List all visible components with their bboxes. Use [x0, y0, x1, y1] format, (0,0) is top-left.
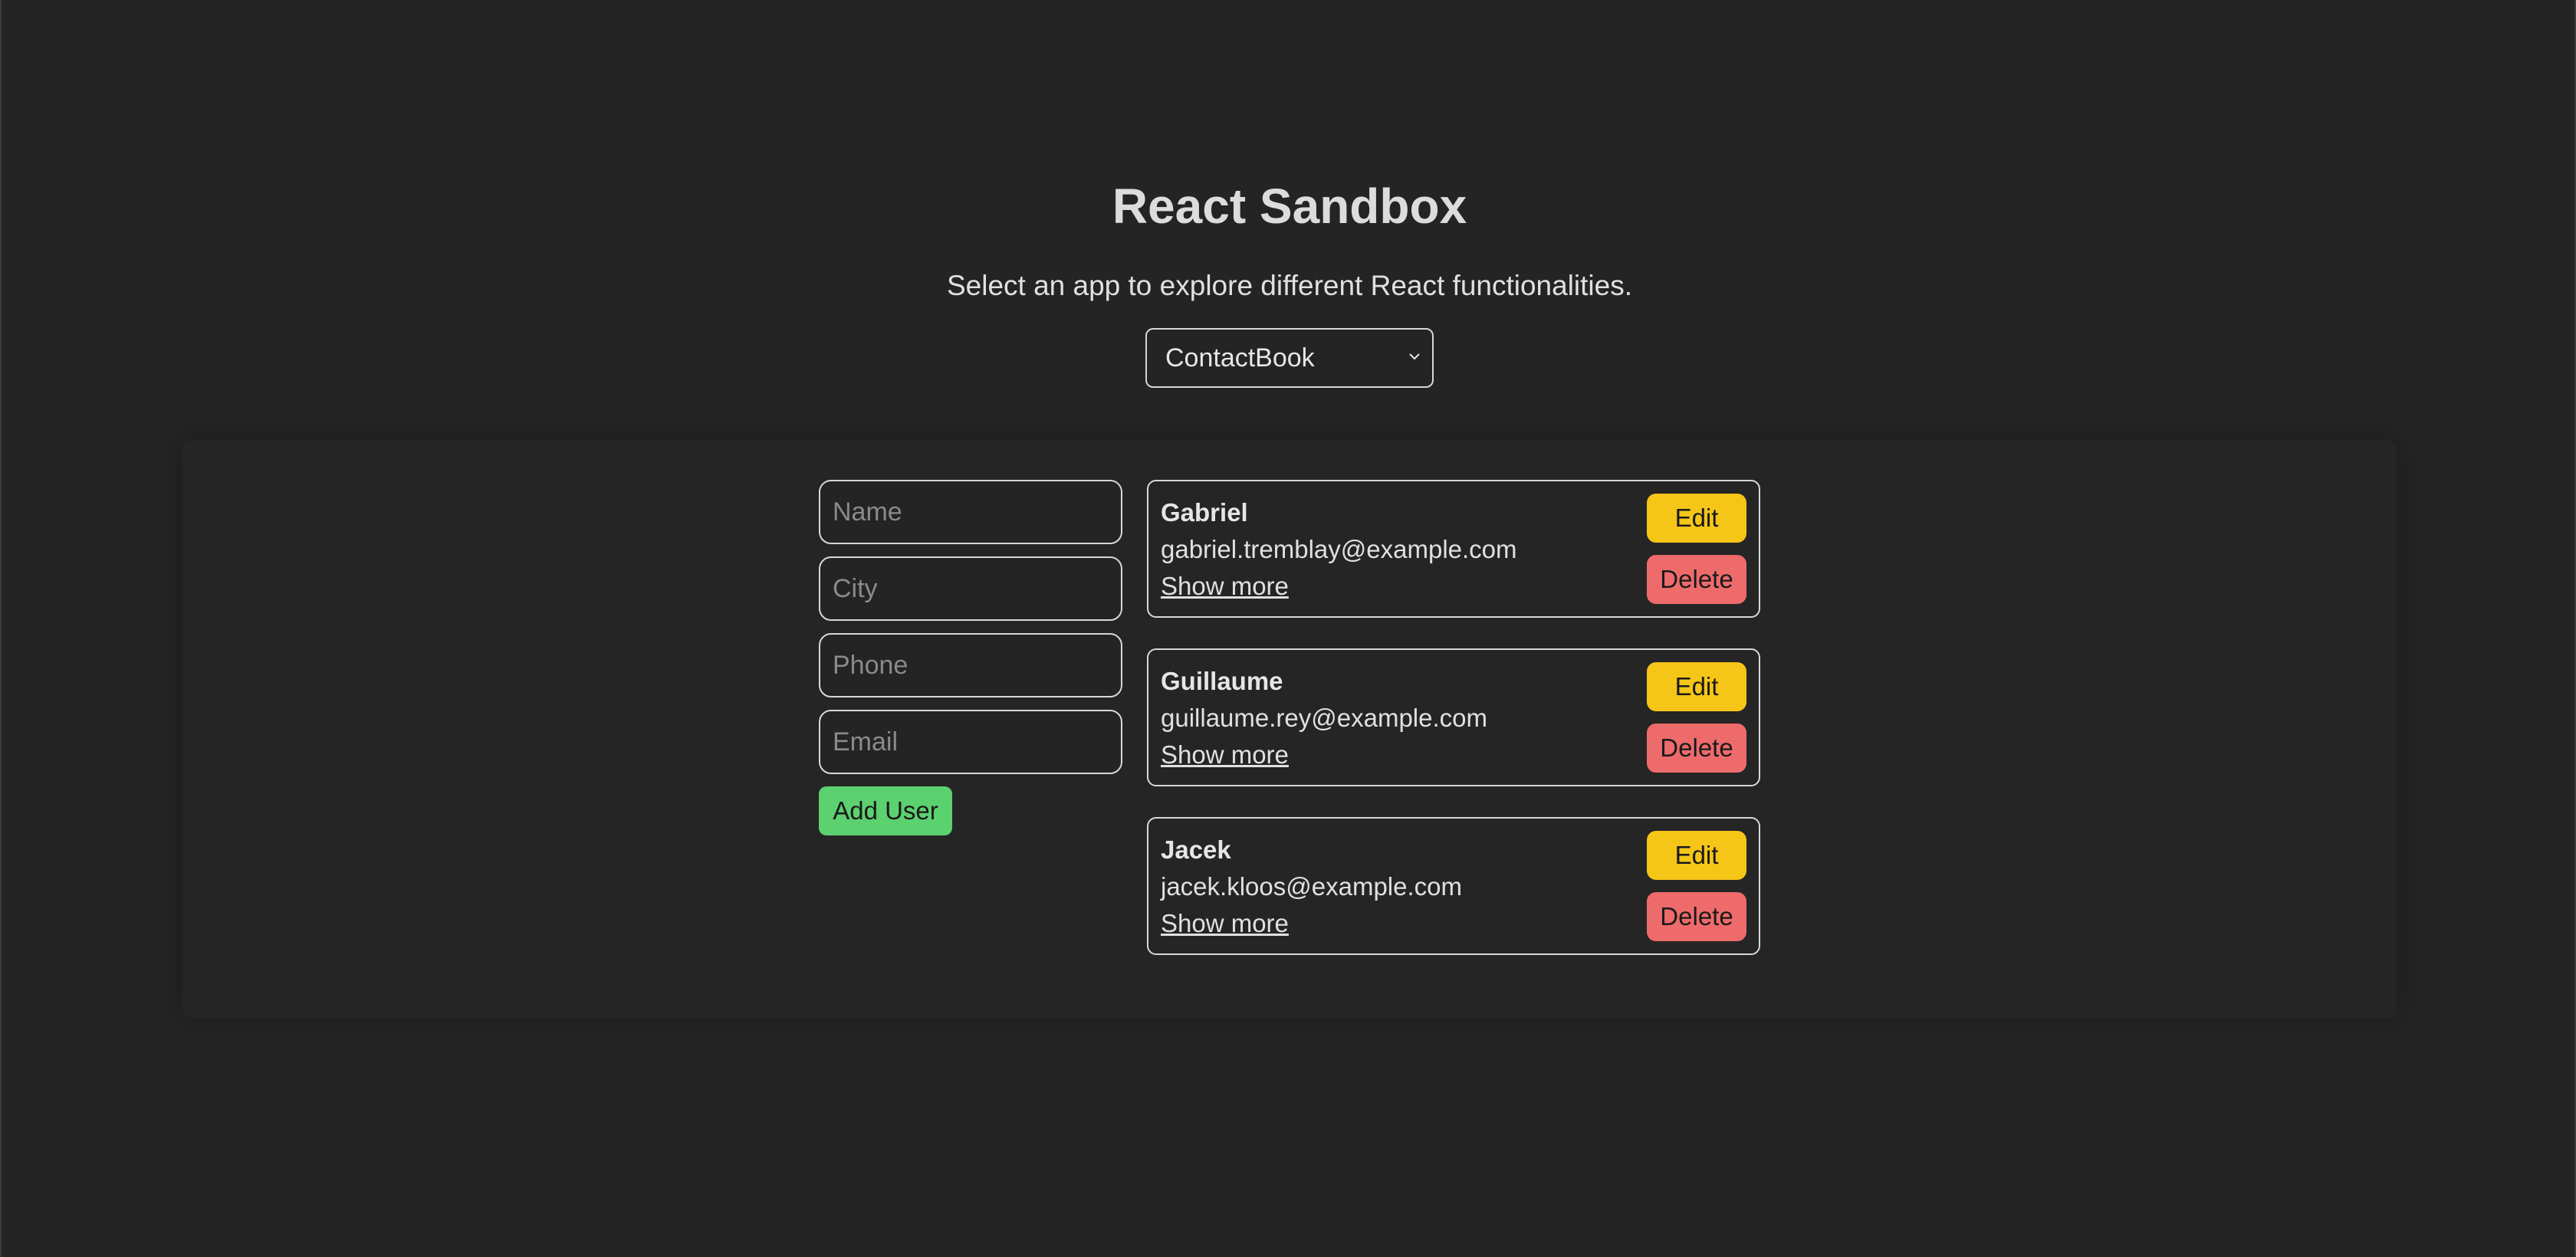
contact-card: Jacek jacek.kloos@example.com Show more … — [1147, 817, 1760, 955]
contact-name: Gabriel — [1161, 498, 1248, 527]
email-field[interactable] — [819, 710, 1122, 774]
contact-name: Jacek — [1161, 835, 1231, 864]
page-title: React Sandbox — [1112, 179, 1467, 234]
contact-email: gabriel.tremblay@example.com — [1161, 535, 1517, 563]
edit-button[interactable]: Edit — [1647, 662, 1746, 711]
app-select-value: ContactBook — [1165, 343, 1315, 373]
city-field[interactable] — [819, 556, 1122, 621]
contact-email: jacek.kloos@example.com — [1161, 872, 1462, 901]
add-user-button[interactable]: Add User — [819, 786, 952, 835]
chevron-down-icon — [1409, 353, 1420, 360]
contact-card: Guillaume guillaume.rey@example.com Show… — [1147, 648, 1760, 786]
add-user-form: Add User — [819, 480, 1122, 835]
show-more-link[interactable]: Show more — [1161, 740, 1289, 770]
name-field[interactable] — [819, 480, 1122, 544]
delete-button[interactable]: Delete — [1647, 892, 1746, 941]
delete-button[interactable]: Delete — [1647, 555, 1746, 604]
page: React Sandbox Select an app to explore d… — [0, 0, 2576, 1257]
contact-name: Guillaume — [1161, 667, 1283, 695]
delete-button[interactable]: Delete — [1647, 724, 1746, 773]
page-subtitle: Select an app to explore different React… — [946, 270, 1633, 301]
show-more-link[interactable]: Show more — [1161, 572, 1289, 601]
app-select[interactable]: ContactBook — [1145, 328, 1434, 388]
phone-field[interactable] — [819, 633, 1122, 697]
contact-card: Gabriel gabriel.tremblay@example.com Sho… — [1147, 480, 1760, 618]
edit-button[interactable]: Edit — [1647, 494, 1746, 543]
contact-list: Gabriel gabriel.tremblay@example.com Sho… — [1147, 480, 1760, 986]
edit-button[interactable]: Edit — [1647, 831, 1746, 880]
contact-email: guillaume.rey@example.com — [1161, 704, 1488, 732]
show-more-link[interactable]: Show more — [1161, 909, 1289, 938]
